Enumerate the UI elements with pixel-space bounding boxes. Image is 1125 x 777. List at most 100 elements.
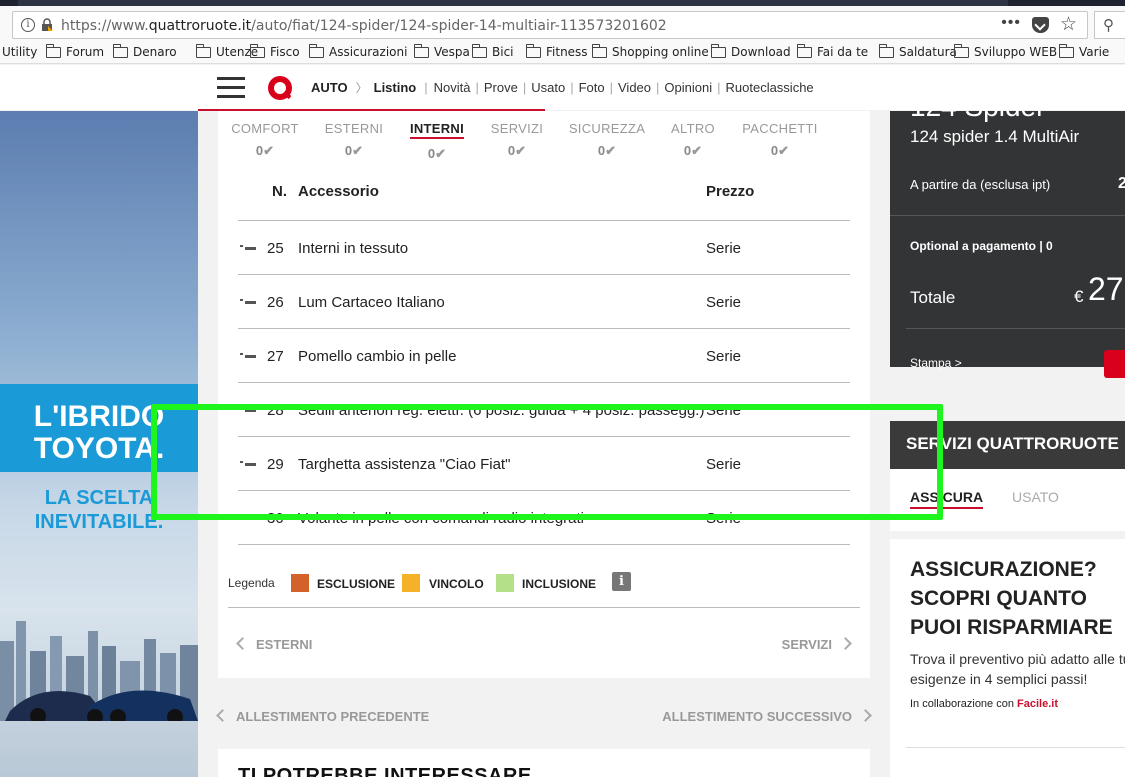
nav-listino[interactable]: Listino — [374, 80, 417, 95]
model-name: 124 Spider — [910, 91, 1046, 122]
table-row: 29 Targhetta assistenza "Ciao Fiat" Serie — [238, 437, 850, 491]
legend-label-vincolo: VINCOLO — [429, 577, 484, 591]
nav-separator: | — [656, 80, 660, 95]
bookmark-fisco[interactable]: Fisco — [249, 43, 300, 59]
legend-label-inclusione: INCLUSIONE — [522, 577, 597, 591]
action-button[interactable] — [1104, 350, 1125, 378]
legend-info-icon[interactable]: i — [612, 572, 631, 591]
tab-usato[interactable]: USATO — [1012, 489, 1059, 505]
bookmark-fitness[interactable]: Fitness — [525, 43, 588, 59]
tab-pacchetti[interactable]: PACCHETTI 0✔ — [740, 121, 820, 159]
tab-servizi[interactable]: SERVIZI 0✔ — [477, 121, 557, 159]
header-accessorio: Accessorio — [298, 183, 379, 200]
bookmark-sviluppo-web[interactable]: Sviluppo WEB — [953, 43, 1057, 59]
tab-interni[interactable]: INTERNI 0✔ — [397, 121, 477, 162]
related-title: TI POTREBBE INTERESSARE — [238, 765, 532, 777]
services-header: SERVIZI QUATTRORUOTE — [890, 421, 1125, 469]
bookmark-assicurazioni[interactable]: Assicurazioni — [308, 43, 407, 59]
divider — [906, 747, 1125, 748]
facile-link[interactable]: Facile.it — [1017, 698, 1058, 710]
insurance-heading: ASSICURAZIONE? SCOPRI QUANTO PUOI RISPAR… — [910, 558, 1113, 639]
not-selected-icon[interactable] — [240, 515, 256, 520]
row-number: 27 — [267, 348, 284, 365]
not-selected-icon[interactable] — [240, 407, 256, 412]
row-number: 25 — [267, 240, 284, 257]
nav-prove[interactable]: Prove — [484, 80, 518, 95]
nav-auto[interactable]: AUTO — [311, 80, 348, 95]
url-text[interactable]: https://www.quattroruote.it/auto/fiat/12… — [61, 18, 667, 34]
search-icon: ⚲ — [1103, 17, 1114, 34]
services-tabs: ASSICURA USATO — [890, 469, 1125, 531]
tab-esterni[interactable]: ESTERNI 0✔ — [314, 121, 394, 159]
folder-icon — [249, 43, 265, 58]
tab-altro[interactable]: ALTRO 0✔ — [653, 121, 733, 159]
tab-label: SICUREZZA — [568, 121, 646, 136]
breadcrumb-arrow-icon: 〉 — [355, 81, 368, 95]
bookmark-utenze[interactable]: Utenze — [195, 43, 258, 59]
next-category-link[interactable]: SERVIZI — [782, 637, 852, 652]
services-title: SERVIZI QUATTRORUOTE — [906, 434, 1119, 453]
lock-icon[interactable] — [40, 18, 54, 32]
row-price: Serie — [706, 348, 742, 365]
nav-video[interactable]: Video — [618, 80, 651, 95]
nav-opinioni[interactable]: Opinioni — [664, 80, 712, 95]
ad-headline: L'IBRIDO TOYOTA. — [33, 400, 165, 465]
bookmark-vespa[interactable]: Vespa — [413, 43, 470, 59]
browser-toolbar: i https://www.quattroruote.it/auto/fiat/… — [0, 6, 1125, 42]
table-row: 25 Interni in tessuto Serie — [238, 221, 850, 275]
table-row: 27 Pomello cambio in pelle Serie — [238, 329, 850, 383]
tab-label: COMFORT — [231, 121, 299, 136]
next-trim-link[interactable]: ALLESTIMENTO SUCCESSIVO — [662, 709, 872, 724]
pocket-icon[interactable] — [1032, 17, 1049, 33]
check-icon: ✔ — [263, 143, 275, 158]
tab-sicurezza[interactable]: SICUREZZA 0✔ — [567, 121, 647, 159]
nav-ruoteclassiche[interactable]: Ruoteclassiche — [726, 80, 814, 95]
tab-label: INTERNI — [409, 121, 465, 139]
partner-credit: In collaborazione con Facile.it — [910, 698, 1058, 710]
bookmark-denaro[interactable]: Denaro — [112, 43, 177, 59]
folder-icon — [953, 43, 969, 58]
bookmark-shopping-online[interactable]: Shopping online — [591, 43, 709, 59]
nav-novità[interactable]: Novità — [434, 80, 471, 95]
toyota-ad[interactable]: L'IBRIDO TOYOTA. LA SCELTA INEVITABILE. — [0, 111, 198, 777]
category-tabs: COMFORT 0✔ ESTERNI 0✔ INTERNI 0✔ SERVIZI 0✔ SICU… — [218, 121, 870, 161]
header-prezzo: Prezzo — [706, 183, 755, 200]
bookmark-fai-da-te[interactable]: Fai da te — [796, 43, 868, 59]
not-selected-icon[interactable] — [240, 299, 256, 304]
related-section: TI POTREBBE INTERESSARE — [218, 749, 870, 777]
search-box[interactable]: ⚲ — [1094, 11, 1125, 39]
bookmark-varie[interactable]: Varie — [1058, 43, 1109, 59]
row-price: Serie — [706, 402, 742, 419]
bookmark-saldatura[interactable]: Saldatura — [878, 43, 957, 59]
bookmark-utility[interactable]: Utility — [2, 45, 37, 59]
nav-separator: | — [609, 80, 613, 95]
bookmark-download[interactable]: Download — [710, 43, 791, 59]
check-icon: ✔ — [778, 143, 790, 158]
optional-count: Optional a pagamento | 0 — [910, 239, 1053, 253]
not-selected-icon[interactable] — [240, 245, 256, 250]
tab-assicura[interactable]: ASSICURA — [910, 489, 984, 509]
bookmark-bici[interactable]: Bici — [471, 43, 514, 59]
quattroruote-logo[interactable] — [268, 76, 292, 100]
folder-icon — [1058, 43, 1074, 58]
info-icon[interactable]: i — [21, 18, 35, 32]
row-number: 28 — [267, 402, 284, 419]
nav-usato[interactable]: Usato — [531, 80, 565, 95]
nav-foto[interactable]: Foto — [579, 80, 605, 95]
legend-swatch-inclusione — [496, 574, 514, 592]
check-icon: ✔ — [435, 146, 447, 161]
bookmark-forum[interactable]: Forum — [45, 43, 104, 59]
prev-category-link[interactable]: ESTERNI — [236, 637, 312, 652]
page-actions-icon[interactable]: ••• — [1001, 14, 1021, 32]
tab-comfort[interactable]: COMFORT 0✔ — [225, 121, 305, 159]
bookmark-star-icon[interactable]: ☆ — [1060, 13, 1077, 36]
not-selected-icon[interactable] — [240, 353, 256, 358]
not-selected-icon[interactable] — [240, 461, 256, 466]
tab-label: SERVIZI — [490, 121, 544, 136]
prev-trim-link[interactable]: ALLESTIMENTO PRECEDENTE — [216, 709, 429, 724]
menu-icon[interactable] — [217, 77, 245, 99]
print-link[interactable]: Stampa > — [910, 356, 962, 370]
folder-icon — [112, 43, 128, 58]
check-icon: ✔ — [691, 143, 703, 158]
address-bar[interactable]: i https://www.quattroruote.it/auto/fiat/… — [12, 11, 1088, 39]
